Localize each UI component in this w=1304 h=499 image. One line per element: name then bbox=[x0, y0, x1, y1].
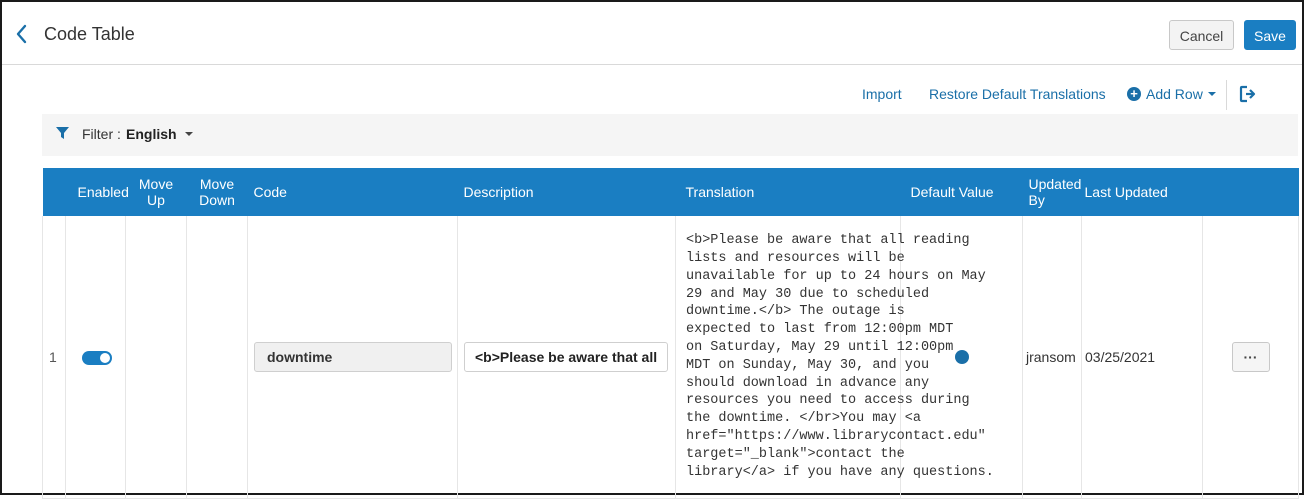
restore-default-translations-link[interactable]: Restore Default Translations bbox=[929, 86, 1106, 102]
translation-cell: <b>Please be aware that all reading list… bbox=[675, 216, 994, 499]
column-header-index bbox=[42, 168, 66, 216]
page-title: Code Table bbox=[44, 24, 135, 44]
column-header-actions bbox=[1202, 168, 1299, 216]
column-header-description[interactable]: Description bbox=[457, 168, 676, 216]
code-table: Enabled Move Up Move Down Code Descripti… bbox=[42, 168, 1299, 499]
add-row-dropdown[interactable]: + Add Row bbox=[1127, 86, 1216, 102]
move-up-cell bbox=[125, 216, 187, 499]
column-header-updated-by[interactable]: Updated By bbox=[1022, 168, 1082, 216]
move-down-cell bbox=[186, 216, 248, 499]
description-cell bbox=[457, 216, 676, 499]
export-icon[interactable] bbox=[1238, 84, 1258, 104]
column-header-translation[interactable]: Translation bbox=[675, 168, 901, 216]
caret-down-icon bbox=[1207, 92, 1216, 96]
enabled-cell bbox=[65, 216, 126, 499]
table-row: 1 <b>Please be aware that all reading li… bbox=[42, 216, 1299, 499]
column-header-code[interactable]: Code bbox=[247, 168, 458, 216]
column-header-enabled[interactable]: Enabled bbox=[65, 168, 129, 216]
row-actions-cell: ··· bbox=[1202, 216, 1299, 499]
plus-circle-icon: + bbox=[1127, 87, 1141, 101]
filter-language-dropdown[interactable]: English bbox=[126, 126, 193, 142]
add-row-label: Add Row bbox=[1146, 86, 1203, 102]
toolbar-divider bbox=[1226, 80, 1227, 110]
code-cell bbox=[247, 216, 458, 499]
caret-down-icon bbox=[184, 132, 193, 136]
filter-icon bbox=[56, 127, 69, 139]
filter-label: Filter : bbox=[82, 126, 121, 142]
import-link[interactable]: Import bbox=[862, 86, 902, 102]
filter-bar: Filter : English bbox=[42, 114, 1298, 156]
row-more-actions-button[interactable]: ··· bbox=[1231, 341, 1270, 372]
chevron-left-icon[interactable] bbox=[12, 22, 32, 46]
column-header-move-down[interactable]: Move Down bbox=[186, 168, 248, 216]
table-header: Enabled Move Up Move Down Code Descripti… bbox=[42, 168, 1299, 216]
save-button[interactable]: Save bbox=[1244, 20, 1296, 50]
default-value-cell bbox=[900, 216, 1023, 499]
row-index: 1 bbox=[42, 216, 66, 499]
column-header-last-updated[interactable]: Last Updated bbox=[1081, 168, 1203, 216]
column-header-default-value[interactable]: Default Value bbox=[900, 168, 1023, 216]
enabled-toggle[interactable] bbox=[82, 350, 112, 365]
description-field[interactable] bbox=[464, 341, 668, 372]
translation-text: <b>Please be aware that all reading list… bbox=[686, 233, 994, 480]
updated-by-cell: jransom bbox=[1022, 216, 1082, 499]
filter-value: English bbox=[126, 126, 177, 142]
cancel-button[interactable]: Cancel bbox=[1169, 20, 1234, 50]
code-field[interactable] bbox=[254, 341, 452, 372]
default-value-radio[interactable] bbox=[954, 349, 969, 364]
toggle-knob bbox=[100, 352, 110, 363]
column-header-move-up[interactable]: Move Up bbox=[125, 168, 187, 216]
last-updated-cell: 03/25/2021 bbox=[1081, 216, 1203, 499]
page-header: Code Table Cancel Save bbox=[2, 2, 1302, 65]
